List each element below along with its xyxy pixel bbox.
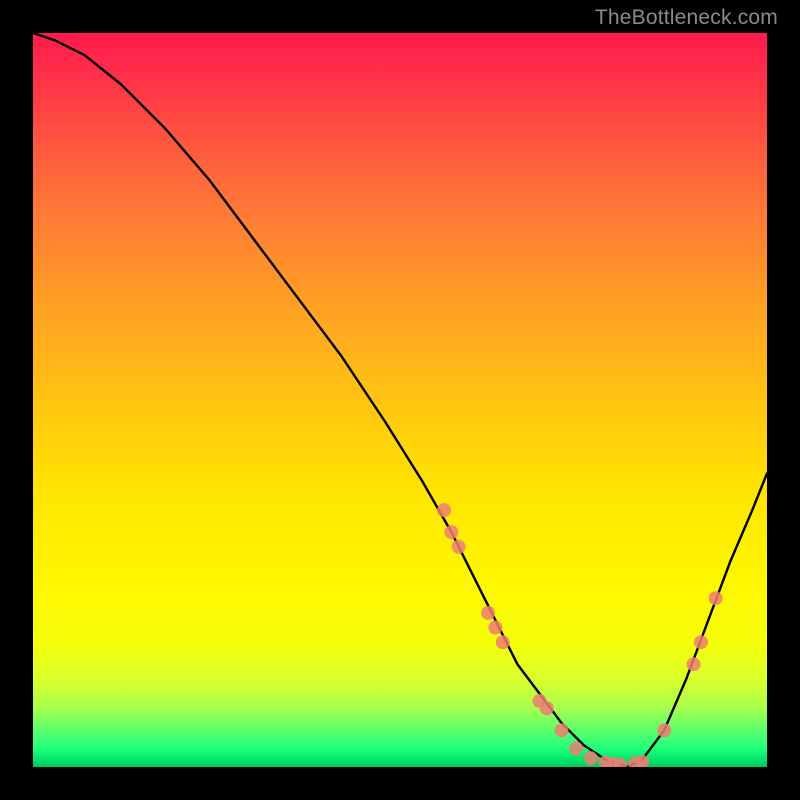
sample-point <box>540 701 554 715</box>
sample-point <box>709 591 723 605</box>
sample-point <box>555 723 569 737</box>
sample-point <box>437 503 451 517</box>
sample-point <box>496 635 510 649</box>
sample-point <box>569 742 583 756</box>
bottleneck-curve <box>33 33 767 767</box>
sample-point <box>657 723 671 737</box>
sample-point <box>488 621 502 635</box>
sample-point <box>694 635 708 649</box>
plot-area <box>33 33 767 767</box>
sample-point <box>635 755 649 767</box>
sample-point <box>452 540 466 554</box>
chart-svg <box>33 33 767 767</box>
sample-markers <box>437 503 723 767</box>
watermark-text: TheBottleneck.com <box>595 6 778 30</box>
sample-point <box>444 525 458 539</box>
sample-point <box>481 606 495 620</box>
sample-point <box>584 751 598 765</box>
chart-frame: TheBottleneck.com <box>0 0 800 800</box>
sample-point <box>687 657 701 671</box>
